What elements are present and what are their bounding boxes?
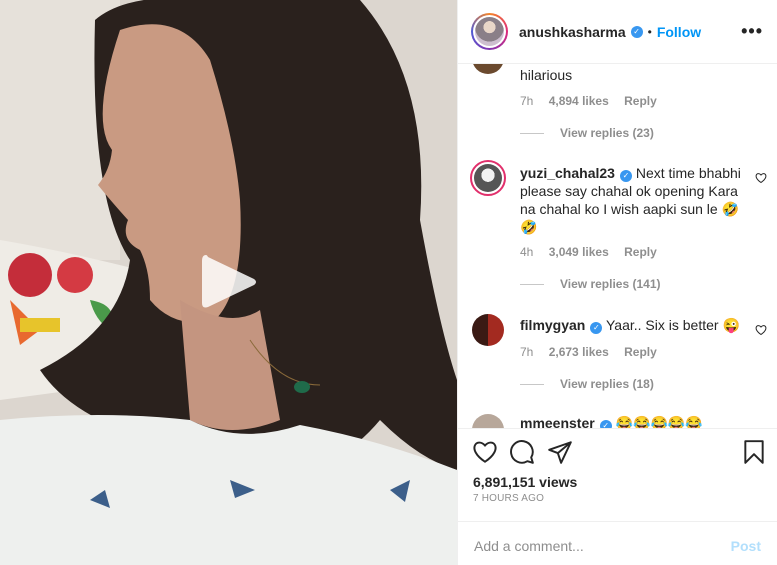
view-replies-button[interactable]: View replies (23) [520,126,654,140]
verified-icon: ✓ [619,170,632,182]
post-button[interactable]: Post [731,538,761,554]
action-bar: 6,891,151 views [458,428,777,492]
comment-body: 😂😂😂😂😂 [615,415,703,428]
view-replies-label: View replies (18) [560,377,654,391]
reply-button[interactable]: Reply [624,345,657,359]
heart-icon[interactable] [755,172,767,184]
post-side-panel: anushkasharma ✓ • Follow ••• hilarious 7… [457,0,777,565]
post-author-username[interactable]: anushkasharma [519,24,626,40]
comment-body: Yaar.. Six is better 😜 [606,317,740,333]
share-icon[interactable] [547,439,573,465]
view-replies-button[interactable]: View replies (141) [520,277,661,291]
bookmark-icon[interactable] [741,439,767,465]
separator-dot: • [647,24,652,39]
reply-button[interactable]: Reply [624,245,657,259]
comment-text: filmygyan ✓ Yaar.. Six is better 😜 [520,316,745,334]
comment-username[interactable]: yuzi_chahal23 [520,165,615,181]
comment-username[interactable]: filmygyan [520,317,585,333]
follow-button[interactable]: Follow [657,24,701,40]
add-comment-bar: Post [458,521,777,565]
heart-icon[interactable] [472,439,498,465]
comment-avatar[interactable] [470,160,506,196]
comment-avatar[interactable] [472,314,504,346]
view-count[interactable]: 6,891,151 views [473,474,577,490]
comment-text: mmeenster ✓ 😂😂😂😂😂 [520,414,745,428]
comment-time: 7h [520,345,534,359]
comment-meta: 7h 4,894 likes Reply [520,94,669,108]
view-replies-label: View replies (141) [560,277,661,291]
play-icon[interactable] [200,251,260,313]
comment-meta: 4h 3,049 likes Reply [520,245,669,259]
avatar[interactable] [471,13,508,50]
comment-time: 4h [520,245,534,259]
comment-time: 7h [520,94,534,108]
comment-likes[interactable]: 4,894 likes [549,94,609,108]
video-media[interactable] [0,0,457,565]
post-header: anushkasharma ✓ • Follow ••• [458,0,777,64]
verified-icon: ✓ [630,25,643,38]
instagram-post-modal: anushkasharma ✓ • Follow ••• hilarious 7… [0,0,777,565]
heart-icon[interactable] [755,324,767,336]
view-replies-button[interactable]: View replies (18) [520,377,654,391]
comment-body: hilarious [520,67,573,83]
comment-text: yuzi_chahal23 ✓ Next time bhabhi please s… [520,164,745,236]
comment-icon[interactable] [509,439,535,465]
more-options-icon[interactable]: ••• [741,21,763,42]
comment-avatar[interactable] [472,64,504,74]
comments-list[interactable]: hilarious 7h 4,894 likes Reply View repl… [458,64,777,428]
comment-likes[interactable]: 3,049 likes [549,245,609,259]
reply-button[interactable]: Reply [624,94,657,108]
comment-likes[interactable]: 2,673 likes [549,345,609,359]
comment-username[interactable]: mmeenster [520,415,595,428]
post-timestamp[interactable]: 7 HOURS AGO [458,492,777,521]
comment-text: hilarious [520,66,745,84]
comment-input[interactable] [474,537,731,554]
verified-icon: ✓ [599,420,612,428]
view-replies-label: View replies (23) [560,126,654,140]
verified-icon: ✓ [590,322,603,334]
comment-avatar[interactable] [472,414,504,428]
comment-meta: 7h 2,673 likes Reply [520,345,669,359]
